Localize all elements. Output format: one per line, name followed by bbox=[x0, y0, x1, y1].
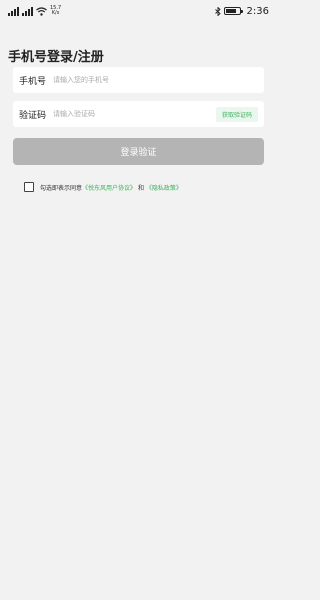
code-field: 验证码 获取验证码 bbox=[13, 101, 264, 127]
code-label: 验证码 bbox=[19, 110, 47, 121]
agreement-row: 勾选即表示同意《悦东风用户协议》 和 《隐私政策》 bbox=[24, 182, 182, 192]
code-input[interactable] bbox=[53, 110, 216, 118]
status-bar-left: 15.7 K/s bbox=[8, 6, 61, 16]
signal-icon bbox=[8, 6, 19, 16]
agreement-text: 勾选即表示同意《悦东风用户协议》 和 《隐私政策》 bbox=[40, 183, 182, 192]
clock: 2:36 bbox=[246, 5, 269, 17]
phone-input[interactable] bbox=[53, 76, 258, 84]
net-speed: 15.7 K/s bbox=[50, 6, 61, 16]
status-bar-right: 2:36 bbox=[214, 5, 269, 17]
battery-fill bbox=[225, 9, 236, 13]
phone-label: 手机号 bbox=[19, 76, 47, 87]
agreement-prefix: 勾选即表示同意 bbox=[40, 184, 83, 192]
login-verify-button[interactable]: 登录验证 bbox=[13, 138, 264, 165]
phone-field: 手机号 bbox=[13, 67, 264, 93]
battery-icon bbox=[223, 7, 243, 15]
privacy-policy-link[interactable]: 《隐私政策》 bbox=[146, 185, 182, 192]
page-title: 手机号登录/注册 bbox=[8, 50, 104, 65]
get-code-button[interactable]: 获取验证码 bbox=[215, 106, 258, 122]
agreement-checkbox[interactable] bbox=[24, 182, 34, 192]
net-speed-unit: K/s bbox=[51, 10, 60, 16]
user-agreement-link[interactable]: 《悦东风用户协议》 bbox=[82, 185, 136, 192]
status-bar: 15.7 K/s 2:36 bbox=[0, 0, 277, 22]
wifi-icon bbox=[36, 6, 47, 16]
bluetooth-icon bbox=[214, 6, 221, 16]
agreement-conjunction: 和 bbox=[137, 184, 144, 192]
signal-icon-2 bbox=[22, 6, 33, 16]
